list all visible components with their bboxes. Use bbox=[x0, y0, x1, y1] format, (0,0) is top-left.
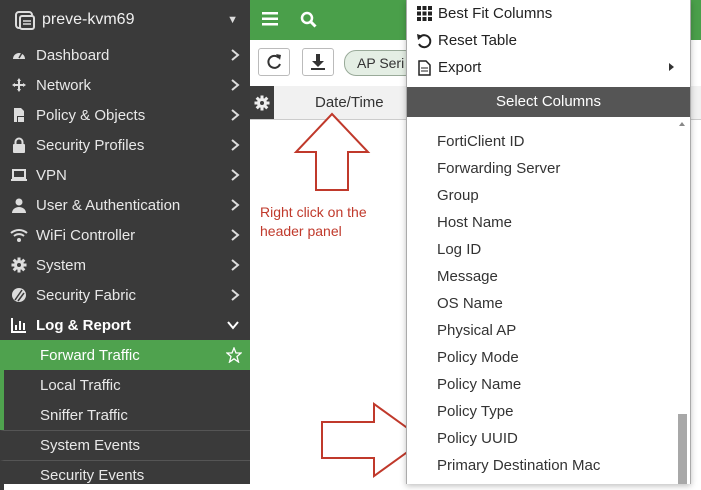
scroll-thumb[interactable] bbox=[678, 414, 687, 484]
column-header-date-time[interactable]: Date/Time bbox=[315, 94, 384, 111]
column-option[interactable]: OS Name bbox=[407, 290, 677, 317]
column-list-scrollbar[interactable] bbox=[676, 120, 688, 484]
sidebar-subitem-label: Forward Traffic bbox=[40, 346, 140, 364]
device-icon bbox=[15, 11, 35, 30]
download-icon bbox=[311, 54, 325, 70]
sidebar-item-security-profiles[interactable]: Security Profiles bbox=[0, 130, 250, 160]
laptop-icon bbox=[10, 166, 28, 184]
chevron-down-icon bbox=[227, 321, 239, 330]
column-option[interactable]: Group bbox=[407, 182, 677, 209]
chevron-right-icon bbox=[231, 139, 240, 151]
chevron-down-icon: ▼ bbox=[227, 14, 238, 26]
chevron-right-icon bbox=[231, 259, 240, 271]
download-button[interactable] bbox=[302, 48, 334, 76]
sidebar-subitem-label: System Events bbox=[40, 437, 141, 454]
menu-item-label: Best Fit Columns bbox=[438, 5, 553, 22]
sidebar-item-policy-objects[interactable]: Policy & Objects bbox=[0, 100, 250, 130]
network-icon bbox=[10, 76, 28, 94]
user-icon bbox=[10, 196, 28, 214]
sidebar-item-label: Security Fabric bbox=[36, 286, 137, 304]
sidebar-subitem-security-events[interactable]: Security Events bbox=[0, 460, 250, 490]
submenu-arrow-icon bbox=[669, 63, 674, 71]
sidebar-subitem-label: Security Events bbox=[40, 467, 145, 484]
column-option[interactable]: Policy UUID bbox=[407, 425, 677, 452]
gear-icon bbox=[254, 95, 270, 110]
column-option[interactable]: Policy Type bbox=[407, 398, 677, 425]
chevron-right-icon bbox=[231, 289, 240, 301]
sidebar-item-wifi-controller[interactable]: WiFi Controller bbox=[0, 220, 250, 250]
scroll-up-icon[interactable] bbox=[679, 122, 685, 126]
menu-item-label: Export bbox=[438, 59, 482, 76]
sidebar-subitem-label: Local Traffic bbox=[40, 376, 121, 394]
column-list: FortiClient ID Forwarding Server Group H… bbox=[407, 128, 677, 479]
sidebar-subitem-sniffer-traffic[interactable]: Sniffer Traffic bbox=[0, 400, 250, 430]
sidebar-subitem-system-events[interactable]: System Events bbox=[0, 430, 250, 460]
lock-icon bbox=[10, 136, 28, 154]
policy-icon bbox=[10, 106, 28, 124]
column-option[interactable]: Forwarding Server bbox=[407, 155, 677, 182]
column-option[interactable]: Policy Mode bbox=[407, 344, 677, 371]
select-columns-header: Select Columns bbox=[407, 87, 690, 117]
sidebar-item-label: Security Profiles bbox=[36, 136, 145, 154]
sidebar-item-system[interactable]: System bbox=[0, 250, 250, 280]
search-icon[interactable] bbox=[300, 11, 317, 28]
gear-icon bbox=[10, 256, 28, 274]
sidebar-item-label: WiFi Controller bbox=[36, 226, 136, 244]
column-option[interactable]: Host Name bbox=[407, 209, 677, 236]
chevron-right-icon bbox=[231, 169, 240, 181]
refresh-icon bbox=[267, 54, 281, 69]
menu-item-reset-table[interactable]: Reset Table bbox=[407, 27, 690, 54]
refresh-button[interactable] bbox=[258, 48, 290, 76]
chevron-right-icon bbox=[231, 109, 240, 121]
column-settings-button[interactable] bbox=[250, 86, 274, 119]
menu-item-export[interactable]: Export bbox=[407, 54, 690, 81]
annotation-arrow-up bbox=[293, 112, 371, 191]
menu-icon[interactable] bbox=[262, 12, 278, 26]
sidebar-item-security-fabric[interactable]: Security Fabric bbox=[0, 280, 250, 310]
column-option[interactable]: FortiClient ID bbox=[407, 128, 677, 155]
column-option[interactable]: Physical AP bbox=[407, 317, 677, 344]
sidebar-subitem-label: Sniffer Traffic bbox=[40, 406, 128, 424]
star-icon[interactable] bbox=[226, 347, 242, 363]
menu-item-best-fit-columns[interactable]: Best Fit Columns bbox=[407, 0, 690, 27]
annotation-note: Right click on the header panel bbox=[260, 204, 367, 239]
dashboard-icon bbox=[10, 46, 28, 64]
device-name: preve-kvm69 bbox=[42, 11, 135, 28]
sidebar: preve-kvm69 ▼ Dashboard Network Policy &… bbox=[0, 0, 250, 490]
sidebar-item-vpn[interactable]: VPN bbox=[0, 160, 250, 190]
column-option[interactable]: Policy Name bbox=[407, 371, 677, 398]
undo-icon bbox=[415, 32, 433, 50]
sidebar-item-label: Network bbox=[36, 76, 92, 94]
sidebar-item-label: Log & Report bbox=[36, 316, 131, 334]
fabric-icon bbox=[10, 286, 28, 304]
sidebar-item-label: User & Authentication bbox=[36, 196, 181, 214]
sidebar-item-user-authentication[interactable]: User & Authentication bbox=[0, 190, 250, 220]
document-icon bbox=[415, 59, 433, 77]
device-selector[interactable]: preve-kvm69 ▼ bbox=[0, 0, 250, 40]
chevron-right-icon bbox=[231, 199, 240, 211]
chevron-right-icon bbox=[231, 79, 240, 91]
column-option[interactable]: Log ID bbox=[407, 236, 677, 263]
menu-item-label: Reset Table bbox=[438, 32, 517, 49]
chevron-right-icon bbox=[231, 229, 240, 241]
chart-icon bbox=[10, 316, 28, 334]
column-option[interactable]: Message bbox=[407, 263, 677, 290]
sidebar-item-label: Policy & Objects bbox=[36, 106, 146, 124]
grid-icon bbox=[415, 5, 433, 23]
sidebar-subitem-forward-traffic[interactable]: Forward Traffic bbox=[0, 340, 250, 370]
sidebar-item-label: Dashboard bbox=[36, 46, 110, 64]
chevron-right-icon bbox=[231, 49, 240, 61]
sidebar-item-network[interactable]: Network bbox=[0, 70, 250, 100]
column-option[interactable]: Primary Destination Mac bbox=[407, 452, 677, 479]
sidebar-item-log-report[interactable]: Log & Report bbox=[0, 310, 250, 340]
sidebar-item-label: System bbox=[36, 256, 87, 274]
sidebar-item-dashboard[interactable]: Dashboard bbox=[0, 40, 250, 70]
wifi-icon bbox=[10, 226, 28, 244]
context-menu: Best Fit Columns Reset Table Export Sele… bbox=[406, 0, 691, 484]
sidebar-subitem-local-traffic[interactable]: Local Traffic bbox=[0, 370, 250, 400]
sidebar-item-label: VPN bbox=[36, 166, 67, 184]
